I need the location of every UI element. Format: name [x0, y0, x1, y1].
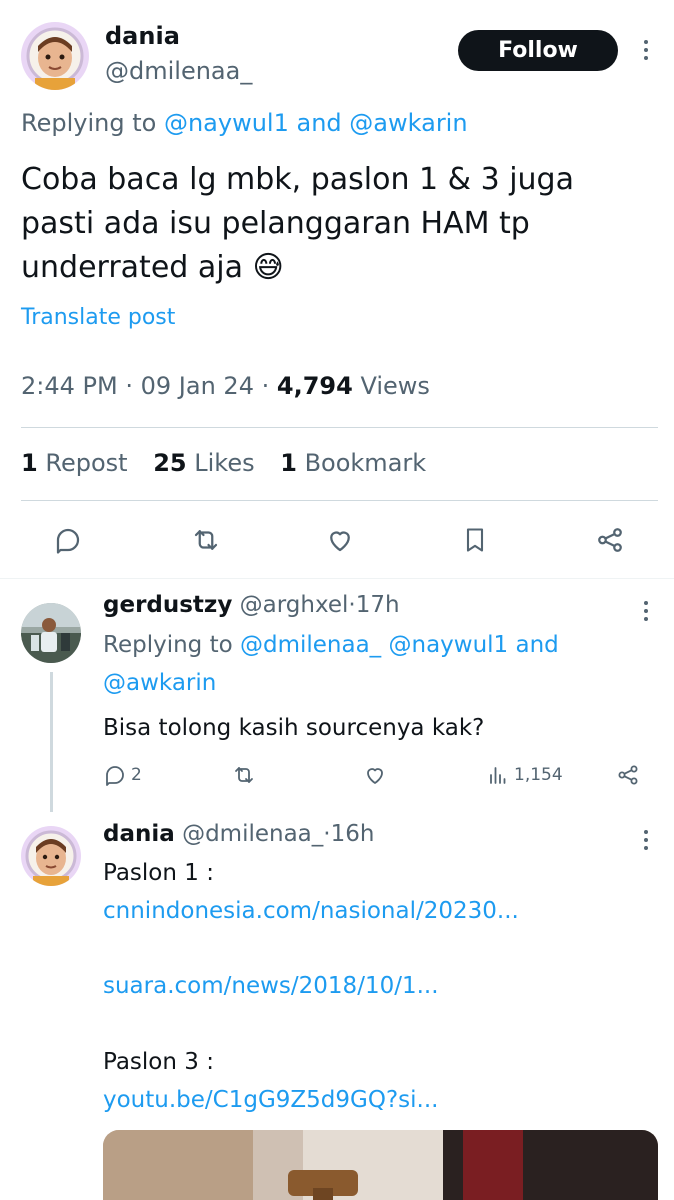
likes-stat[interactable]: 25 Likes	[153, 449, 254, 477]
views-count: 1,154	[514, 765, 563, 785]
views-label: Views	[360, 372, 430, 400]
replying-to-label: Replying to	[103, 632, 233, 658]
more-options-icon[interactable]	[636, 596, 656, 626]
sweat-smile-emoji: 😅	[252, 250, 284, 285]
more-options-icon[interactable]	[636, 35, 656, 65]
bookmark-button[interactable]	[455, 520, 495, 560]
reply-button[interactable]	[48, 520, 88, 560]
avatar[interactable]	[21, 826, 81, 886]
mention-link[interactable]: @dmilenaa_	[240, 632, 381, 658]
bookmark-count: 1	[280, 449, 297, 477]
author-handle[interactable]: @dmilenaa_	[182, 821, 323, 847]
reply-header: dania @dmilenaa_·16h	[103, 821, 374, 847]
replying-and: and	[515, 632, 559, 658]
separator-dot: ·	[261, 372, 270, 400]
separator-dot: ·	[348, 592, 356, 618]
avatar[interactable]	[21, 22, 89, 90]
repost-button[interactable]	[186, 520, 226, 560]
reply-text-line: Paslon 3 :	[103, 1049, 214, 1075]
share-icon	[618, 765, 638, 785]
thread-line	[50, 672, 53, 812]
repost-icon	[235, 767, 253, 783]
likes-count: 25	[153, 449, 187, 477]
divider	[21, 427, 658, 428]
views-button[interactable]: 1,154	[486, 760, 563, 790]
tweet-date[interactable]: 09 Jan 24	[141, 372, 254, 400]
tweet-time[interactable]: 2:44 PM	[21, 372, 118, 400]
reply-text-line: Paslon 1 :	[103, 860, 214, 886]
share-icon	[598, 528, 622, 552]
author-handle[interactable]: @dmilenaa_	[105, 57, 252, 85]
tweet-text-line: underrated aja 😅	[21, 246, 651, 290]
tweet-stats: 1 Repost 25 Likes 1 Bookmark	[21, 449, 426, 477]
bookmark-label: Bookmark	[304, 449, 427, 477]
bookmarks-stat[interactable]: 1 Bookmark	[280, 449, 426, 477]
external-link[interactable]: youtu.be/C1gG9Z5d9GQ?si...	[103, 1081, 438, 1119]
reply-text: Bisa tolong kasih sourcenya kak?	[103, 715, 485, 741]
repost-label: Repost	[45, 449, 128, 477]
views-count: 4,794	[276, 372, 353, 400]
replying-and: and	[296, 109, 342, 137]
reposts-stat[interactable]: 1 Repost	[21, 449, 128, 477]
author-name[interactable]: gerdustzy	[103, 592, 232, 618]
analytics-icon	[490, 767, 506, 784]
mention-link[interactable]: @awkarin	[103, 670, 216, 696]
repost-button[interactable]	[230, 760, 258, 790]
follow-button[interactable]: Follow	[458, 30, 618, 71]
like-button[interactable]	[361, 760, 389, 790]
mention-link[interactable]: @awkarin	[349, 109, 467, 137]
separator-dot: ·	[125, 372, 133, 400]
reply-age[interactable]: 17h	[356, 592, 400, 618]
link-preview-image[interactable]	[103, 1130, 658, 1200]
separator-dot: ·	[323, 821, 331, 847]
more-options-icon[interactable]	[636, 825, 656, 855]
avatar[interactable]	[21, 603, 81, 663]
tweet-text-line: Coba baca lg mbk, paslon 1 & 3 juga	[21, 162, 574, 197]
reply-icon	[56, 528, 80, 554]
replying-to: Replying to @naywul1 and @awkarin	[21, 109, 468, 137]
reply-icon	[106, 766, 124, 786]
author-handle[interactable]: @arghxel	[240, 592, 349, 618]
reply-button[interactable]: 2	[103, 760, 142, 790]
tweet-text-line-3: underrated aja	[21, 250, 243, 285]
repost-count: 1	[21, 449, 38, 477]
tweet-text-line: pasti ada isu pelanggaran HAM tp	[21, 206, 530, 241]
external-link[interactable]: cnnindonesia.com/nasional/20230...	[103, 892, 519, 930]
tweet-meta: 2:44 PM · 09 Jan 24 · 4,794 Views	[21, 372, 430, 400]
mention-link[interactable]: @naywul1	[389, 632, 509, 658]
heart-icon	[367, 768, 383, 784]
likes-label: Likes	[194, 449, 255, 477]
reply-age[interactable]: 16h	[331, 821, 375, 847]
tweet-text: Coba baca lg mbk, paslon 1 & 3 juga past…	[21, 158, 651, 290]
repost-icon	[194, 530, 218, 550]
author-name[interactable]: dania	[103, 821, 175, 847]
replying-to-label: Replying to	[21, 109, 157, 137]
author-name[interactable]: dania	[105, 22, 180, 50]
translate-post-link[interactable]: Translate post	[21, 305, 175, 330]
divider	[21, 500, 658, 501]
reply-header: gerdustzy @arghxel·17h	[103, 592, 400, 618]
share-button[interactable]	[590, 520, 630, 560]
share-button[interactable]	[614, 760, 642, 790]
mention-link[interactable]: @naywul1	[164, 109, 289, 137]
external-link[interactable]: suara.com/news/2018/10/1...	[103, 967, 439, 1005]
heart-icon	[330, 531, 350, 552]
divider	[0, 578, 674, 579]
reply-count: 2	[131, 765, 142, 785]
like-button[interactable]	[320, 520, 360, 560]
bookmark-icon	[466, 528, 484, 552]
replying-to: Replying to @dmilenaa_ @naywul1 and @awk…	[103, 626, 559, 702]
